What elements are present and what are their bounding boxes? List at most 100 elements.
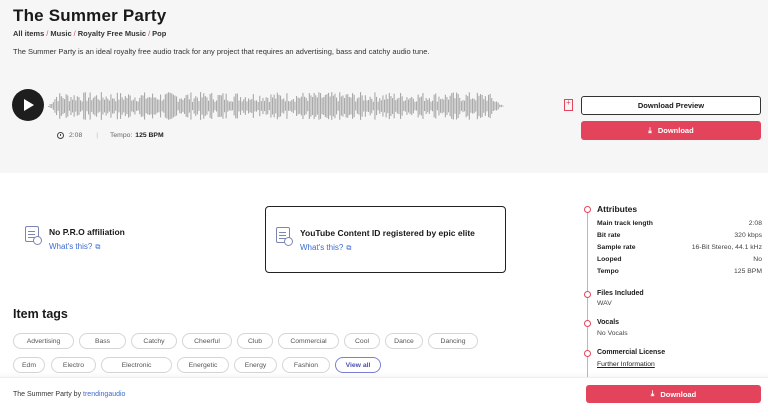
download-button[interactable]: ⤓ Download [581,121,761,140]
view-all-tags-button[interactable]: View all [335,357,381,373]
waveform-bar [107,98,109,114]
tag-catchy[interactable]: Catchy [131,333,177,349]
track-meta: 2:08 | Tempo: 125 BPM [57,132,164,139]
waveform-bar [184,98,186,114]
waveform-bar [259,95,261,117]
waveform-bar [158,99,160,113]
footer-track-title: The Summer Party by [13,391,82,398]
waveform-bar [86,100,88,112]
waveform-bar [112,98,114,114]
waveform-bar [358,97,360,115]
waveform-bar [468,92,470,120]
waveform[interactable] [48,90,508,122]
waveform-bar [284,101,286,111]
tag-edm[interactable]: Edm [13,357,45,373]
download-label: Download [657,126,694,135]
waveform-bar [91,100,93,112]
waveform-bar [182,99,184,113]
waveform-bar [305,97,307,115]
waveform-bar [414,101,416,111]
waveform-bar [48,106,50,107]
tag-cheerful[interactable]: Cheerful [182,333,232,349]
waveform-bar [363,100,365,112]
waveform-bar [251,99,253,113]
tag-cool[interactable]: Cool [344,333,380,349]
tag-club[interactable]: Club [237,333,273,349]
tag-energetic[interactable]: Energetic [177,357,229,373]
tag-electro[interactable]: Electro [51,357,96,373]
waveform-bar [473,98,475,114]
waveform-bar [224,99,226,113]
author-link[interactable]: trendingaudio [83,391,125,398]
waveform-bar [216,100,218,112]
waveform-bar [404,100,406,112]
tag-bass[interactable]: Bass [79,333,126,349]
waveform-bar [241,101,243,111]
play-button[interactable] [12,89,44,121]
waveform-bar [200,92,202,120]
waveform-bar [275,98,277,114]
tag-energy[interactable]: Energy [234,357,277,373]
waveform-bar [116,92,118,120]
breadcrumb-pop[interactable]: Pop [152,29,166,38]
waveform-bar [336,97,338,115]
attributes-heading: Attributes [597,204,638,214]
waveform-bar [465,94,467,118]
waveform-bar [368,99,370,113]
waveform-bar [297,97,299,115]
waveform-bar [296,95,298,117]
clock-icon [57,132,64,139]
tag-dance[interactable]: Dance [385,333,423,349]
waveform-bar [502,105,504,107]
download-preview-button[interactable]: Download Preview [581,96,761,115]
waveform-bar [212,99,214,113]
waveform-bar [113,98,115,114]
waveform-bar [436,101,438,111]
tag-advertising[interactable]: Advertising [13,333,74,349]
waveform-bar [307,100,309,112]
waveform-bar [406,97,408,115]
waveform-bar [243,99,245,113]
waveform-bar [331,92,333,120]
bookmark-icon[interactable] [564,98,573,111]
waveform-bar [193,98,195,114]
waveform-bar [204,96,206,116]
download-icon: ⤓ [648,125,652,135]
waveform-bar [137,101,139,111]
waveform-bar [163,99,165,113]
waveform-bar [376,96,378,116]
tag-dancing[interactable]: Dancing [428,333,478,349]
further-information-link[interactable]: Further Information [597,361,655,368]
waveform-bar [316,97,318,115]
waveform-bar [267,97,269,115]
waveform-bar [252,94,254,118]
waveform-bar [388,92,390,120]
waveform-bar [174,95,176,117]
waveform-bar [120,93,122,119]
waveform-bar [291,100,293,112]
waveform-bar [412,98,414,114]
waveform-bar [435,93,437,119]
breadcrumb-music[interactable]: Music [50,29,71,38]
document-icon [25,226,42,245]
waveform-bar [478,95,480,117]
waveform-bar [374,92,376,120]
waveform-bar [334,93,336,119]
footer-download-button[interactable]: ⤓ Download [586,385,761,403]
waveform-bar [52,102,54,110]
download-preview-label: Download Preview [637,101,705,110]
page-title: The Summer Party [13,6,167,25]
tag-fashion[interactable]: Fashion [282,357,330,373]
attribute-key: Looped [597,256,622,263]
track-header: The Summer Party All items / Music / Royalty… [0,0,768,173]
waveform-bar [464,100,466,112]
tag-electronic[interactable]: Electronic [101,357,172,373]
waveform-bar [310,95,312,117]
youtube-whats-this-link[interactable]: What's this? ⧉ [300,243,475,253]
breadcrumb-royalty-free-music[interactable]: Royalty Free Music [78,29,146,38]
pro-whats-this-link[interactable]: What's this? ⧉ [49,242,125,252]
waveform-bar [467,96,469,116]
tag-commercial[interactable]: Commercial [278,333,339,349]
footer-download-label: Download [660,389,697,399]
breadcrumb-all-items[interactable]: All items [13,29,44,38]
